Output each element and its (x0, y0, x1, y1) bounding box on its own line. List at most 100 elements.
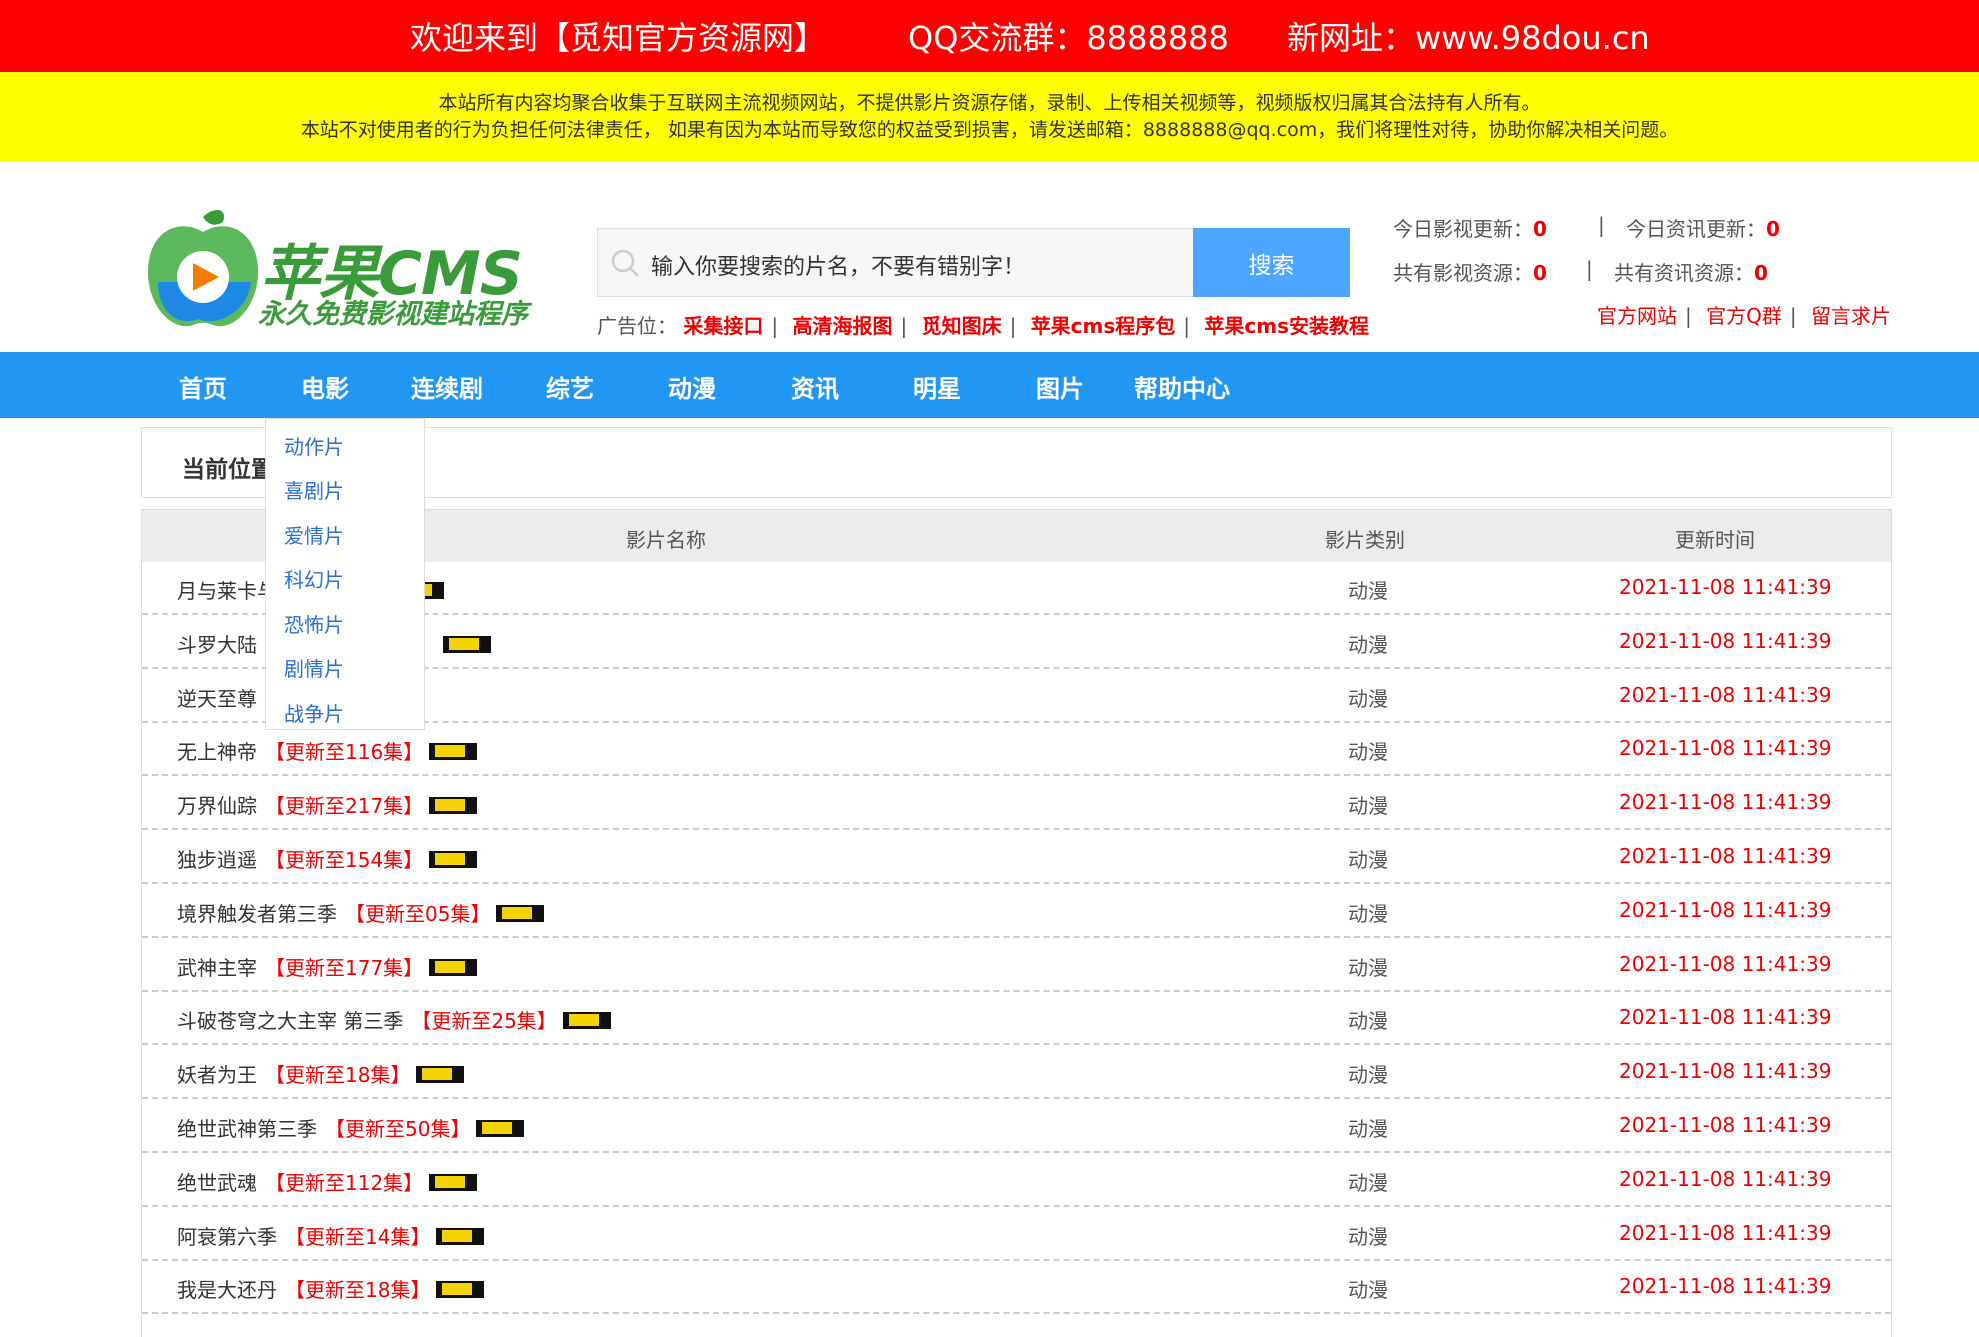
divider: | (1598, 213, 1605, 237)
video-title-cell: 绝世武神第三季 【更新至50集】 (177, 1113, 525, 1142)
video-title-link[interactable]: 妖者为王 (177, 1063, 257, 1087)
video-title-cell: 斗破苍穹之大主宰 第三季 【更新至25集】 (177, 1005, 611, 1034)
apple-logo-icon (148, 210, 258, 327)
video-title-cell: 阿衰第六季 【更新至14集】 (177, 1221, 485, 1250)
table-row[interactable]: 万界仙踪 【更新至217集】 动漫 2021-11-08 11:41:39 (142, 777, 1891, 831)
video-title-link[interactable]: 独步逍遥 (177, 848, 257, 872)
nav-item-variety[interactable]: 综艺 (546, 369, 594, 404)
divider: | (900, 314, 908, 338)
disclaimer-notice: 本站所有内容均聚合收集于互联网主流视频网站，不提供影片资源存储，录制、上传相关视… (0, 72, 1979, 162)
table-row[interactable]: 斗破苍穹之大主宰 第三季 【更新至25集】 动漫 2021-11-08 11:41:3… (142, 992, 1891, 1046)
official-qq-link[interactable]: 官方Q群 (1706, 304, 1782, 328)
dropdown-item-romance[interactable]: 爱情片 (284, 520, 344, 549)
search-button[interactable]: 搜索 (1193, 228, 1350, 297)
official-site-link[interactable]: 官方网站 (1597, 304, 1677, 328)
table-row[interactable]: 阿衰第六季 【更新至14集】 动漫 2021-11-08 11:41:39 (142, 1208, 1891, 1261)
new-badge-icon (429, 797, 478, 815)
new-badge-icon (436, 1227, 485, 1245)
ad-link-cms-package[interactable]: 苹果cms程序包 (1031, 314, 1176, 338)
nav-item-news[interactable]: 资讯 (791, 369, 839, 404)
dropdown-item-comedy[interactable]: 喜剧片 (284, 475, 344, 504)
table-row[interactable]: 境界触发者第三季 【更新至05集】 动漫 2021-11-08 11:41:39 (142, 885, 1891, 938)
video-title-link[interactable]: 阿衰第六季 (177, 1225, 277, 1249)
category-cell: 动漫 (1348, 1117, 1388, 1141)
update-status: 【更新至18集】 (285, 1278, 431, 1303)
update-time-cell: 2021-11-08 11:41:39 (1619, 1220, 1832, 1245)
video-title-link[interactable]: 绝世武神第三季 (177, 1117, 317, 1141)
update-status: 【更新至116集】 (265, 740, 424, 765)
divider: | (1183, 314, 1191, 338)
new-badge-icon (496, 904, 545, 922)
video-title-link[interactable]: 武神主宰 (177, 956, 257, 980)
dropdown-item-drama[interactable]: 剧情片 (284, 653, 344, 682)
qq-group-text: QQ交流群：8888888 (908, 19, 1229, 57)
search-input[interactable]: 输入你要搜索的片名，不要有错别字！ (597, 228, 1193, 297)
new-badge-icon (476, 1120, 525, 1137)
table-row[interactable]: 独步逍遥 【更新至154集】 动漫 2021-11-08 11:41:39 (142, 831, 1891, 884)
request-movie-link[interactable]: 留言求片 (1811, 304, 1891, 328)
table-row[interactable]: 无上神帝 【更新至116集】 动漫 2021-11-08 11:41:39 (142, 723, 1891, 777)
video-title-link[interactable]: 斗破苍穹之大主宰 第三季 (177, 1009, 403, 1033)
table-row[interactable]: 妖者为王 【更新至18集】 动漫 2021-11-08 11:41:39 (142, 1046, 1891, 1100)
update-status: 【更新至177集】 (265, 955, 424, 980)
ad-link-install-guide[interactable]: 苹果cms安装教程 (1204, 314, 1369, 338)
site-logo[interactable]: 苹果CMS 永久免费影视建站程序 (143, 207, 553, 332)
video-title-link[interactable]: 逆天至尊 (177, 687, 257, 711)
update-status: 【更新至25集】 (411, 1009, 557, 1034)
today-news-count: 0 (1766, 217, 1780, 241)
dropdown-item-war[interactable]: 战争片 (284, 698, 344, 727)
update-status: 【更新至154集】 (265, 848, 424, 872)
video-title-link[interactable]: 无上神帝 (177, 740, 257, 764)
ad-link-poster[interactable]: 高清海报图 (792, 314, 892, 338)
divider: | (1009, 314, 1017, 338)
nav-item-home[interactable]: 首页 (179, 369, 227, 404)
ad-link-collect-api[interactable]: 采集接口 (683, 314, 763, 338)
total-video-count: 0 (1533, 261, 1547, 285)
quick-links: 官方网站 | 官方Q群 | 留言求片 (1597, 300, 1891, 329)
video-title-cell: 无上神帝 【更新至116集】 (177, 736, 478, 765)
category-cell: 动漫 (1348, 901, 1388, 926)
category-cell: 动漫 (1348, 1063, 1388, 1088)
new-badge-icon (562, 1012, 611, 1030)
new-badge-icon (442, 635, 491, 653)
update-time-cell: 2021-11-08 11:41:39 (1619, 628, 1832, 653)
disclaimer-line-1: 本站所有内容均聚合收集于互联网主流视频网站，不提供影片资源存储，录制、上传相关视… (438, 92, 1541, 114)
video-title-link[interactable]: 万界仙踪 (177, 794, 257, 818)
video-title-cell: 武神主宰 【更新至177集】 (177, 952, 478, 981)
new-url-text: 新网址：www.98dou.cn (1287, 19, 1650, 57)
new-badge-icon (416, 1066, 465, 1084)
today-news-stat: 今日资讯更新：0 (1626, 217, 1780, 241)
dropdown-item-scifi[interactable]: 科幻片 (284, 564, 344, 593)
table-row[interactable]: 绝世武神第三季 【更新至50集】 动漫 2021-11-08 11:41:39 (142, 1100, 1891, 1153)
update-time-cell: 2021-11-08 11:41:39 (1619, 1059, 1832, 1084)
nav-item-anime[interactable]: 动漫 (668, 369, 716, 404)
video-title-link[interactable]: 绝世武魂 (177, 1171, 257, 1195)
disclaimer-line-2: 本站不对使用者的行为负担任何法律责任， 如果有因为本站而导致您的权益受到损害，请… (300, 119, 1679, 141)
new-badge-icon (429, 851, 478, 868)
table-row[interactable]: 我是大还丹 【更新至18集】 动漫 2021-11-08 11:41:39 (142, 1261, 1891, 1315)
video-title-link[interactable]: 月与莱卡与 (177, 579, 277, 603)
video-title-cell: 妖者为王 【更新至18集】 (177, 1059, 465, 1088)
table-row[interactable]: 武神主宰 【更新至177集】 动漫 2021-11-08 11:41:39 (142, 939, 1891, 992)
nav-item-stars[interactable]: 明星 (913, 369, 961, 404)
video-title-link[interactable]: 斗罗大陆 (177, 633, 257, 657)
update-time-cell: 2021-11-08 11:41:39 (1619, 1005, 1832, 1030)
nav-item-movies[interactable]: 电影 (301, 369, 349, 404)
main-nav: 首页 电影 连续剧 综艺 动漫 资讯 明星 图片 帮助中心 (0, 352, 1979, 418)
dropdown-item-horror[interactable]: 恐怖片 (284, 609, 344, 638)
video-title-link[interactable]: 我是大还丹 (177, 1278, 277, 1302)
new-badge-icon (429, 743, 478, 761)
update-status: 【更新至05集】 (345, 901, 491, 926)
update-status: 【更新至18集】 (265, 1063, 411, 1088)
category-cell: 动漫 (1348, 1224, 1388, 1249)
video-title-link[interactable]: 境界触发者第三季 (177, 902, 337, 926)
nav-item-pictures[interactable]: 图片 (1036, 369, 1084, 404)
category-cell: 动漫 (1348, 848, 1388, 872)
ad-link-image-host[interactable]: 觅知图床 (922, 314, 1002, 338)
total-news-count: 0 (1754, 261, 1768, 285)
table-row[interactable]: 绝世武魂 【更新至112集】 动漫 2021-11-08 11:41:39 (142, 1154, 1891, 1207)
divider: | (1586, 257, 1593, 281)
dropdown-item-action[interactable]: 动作片 (284, 431, 344, 460)
nav-item-series[interactable]: 连续剧 (411, 369, 483, 404)
nav-item-help[interactable]: 帮助中心 (1134, 369, 1230, 404)
